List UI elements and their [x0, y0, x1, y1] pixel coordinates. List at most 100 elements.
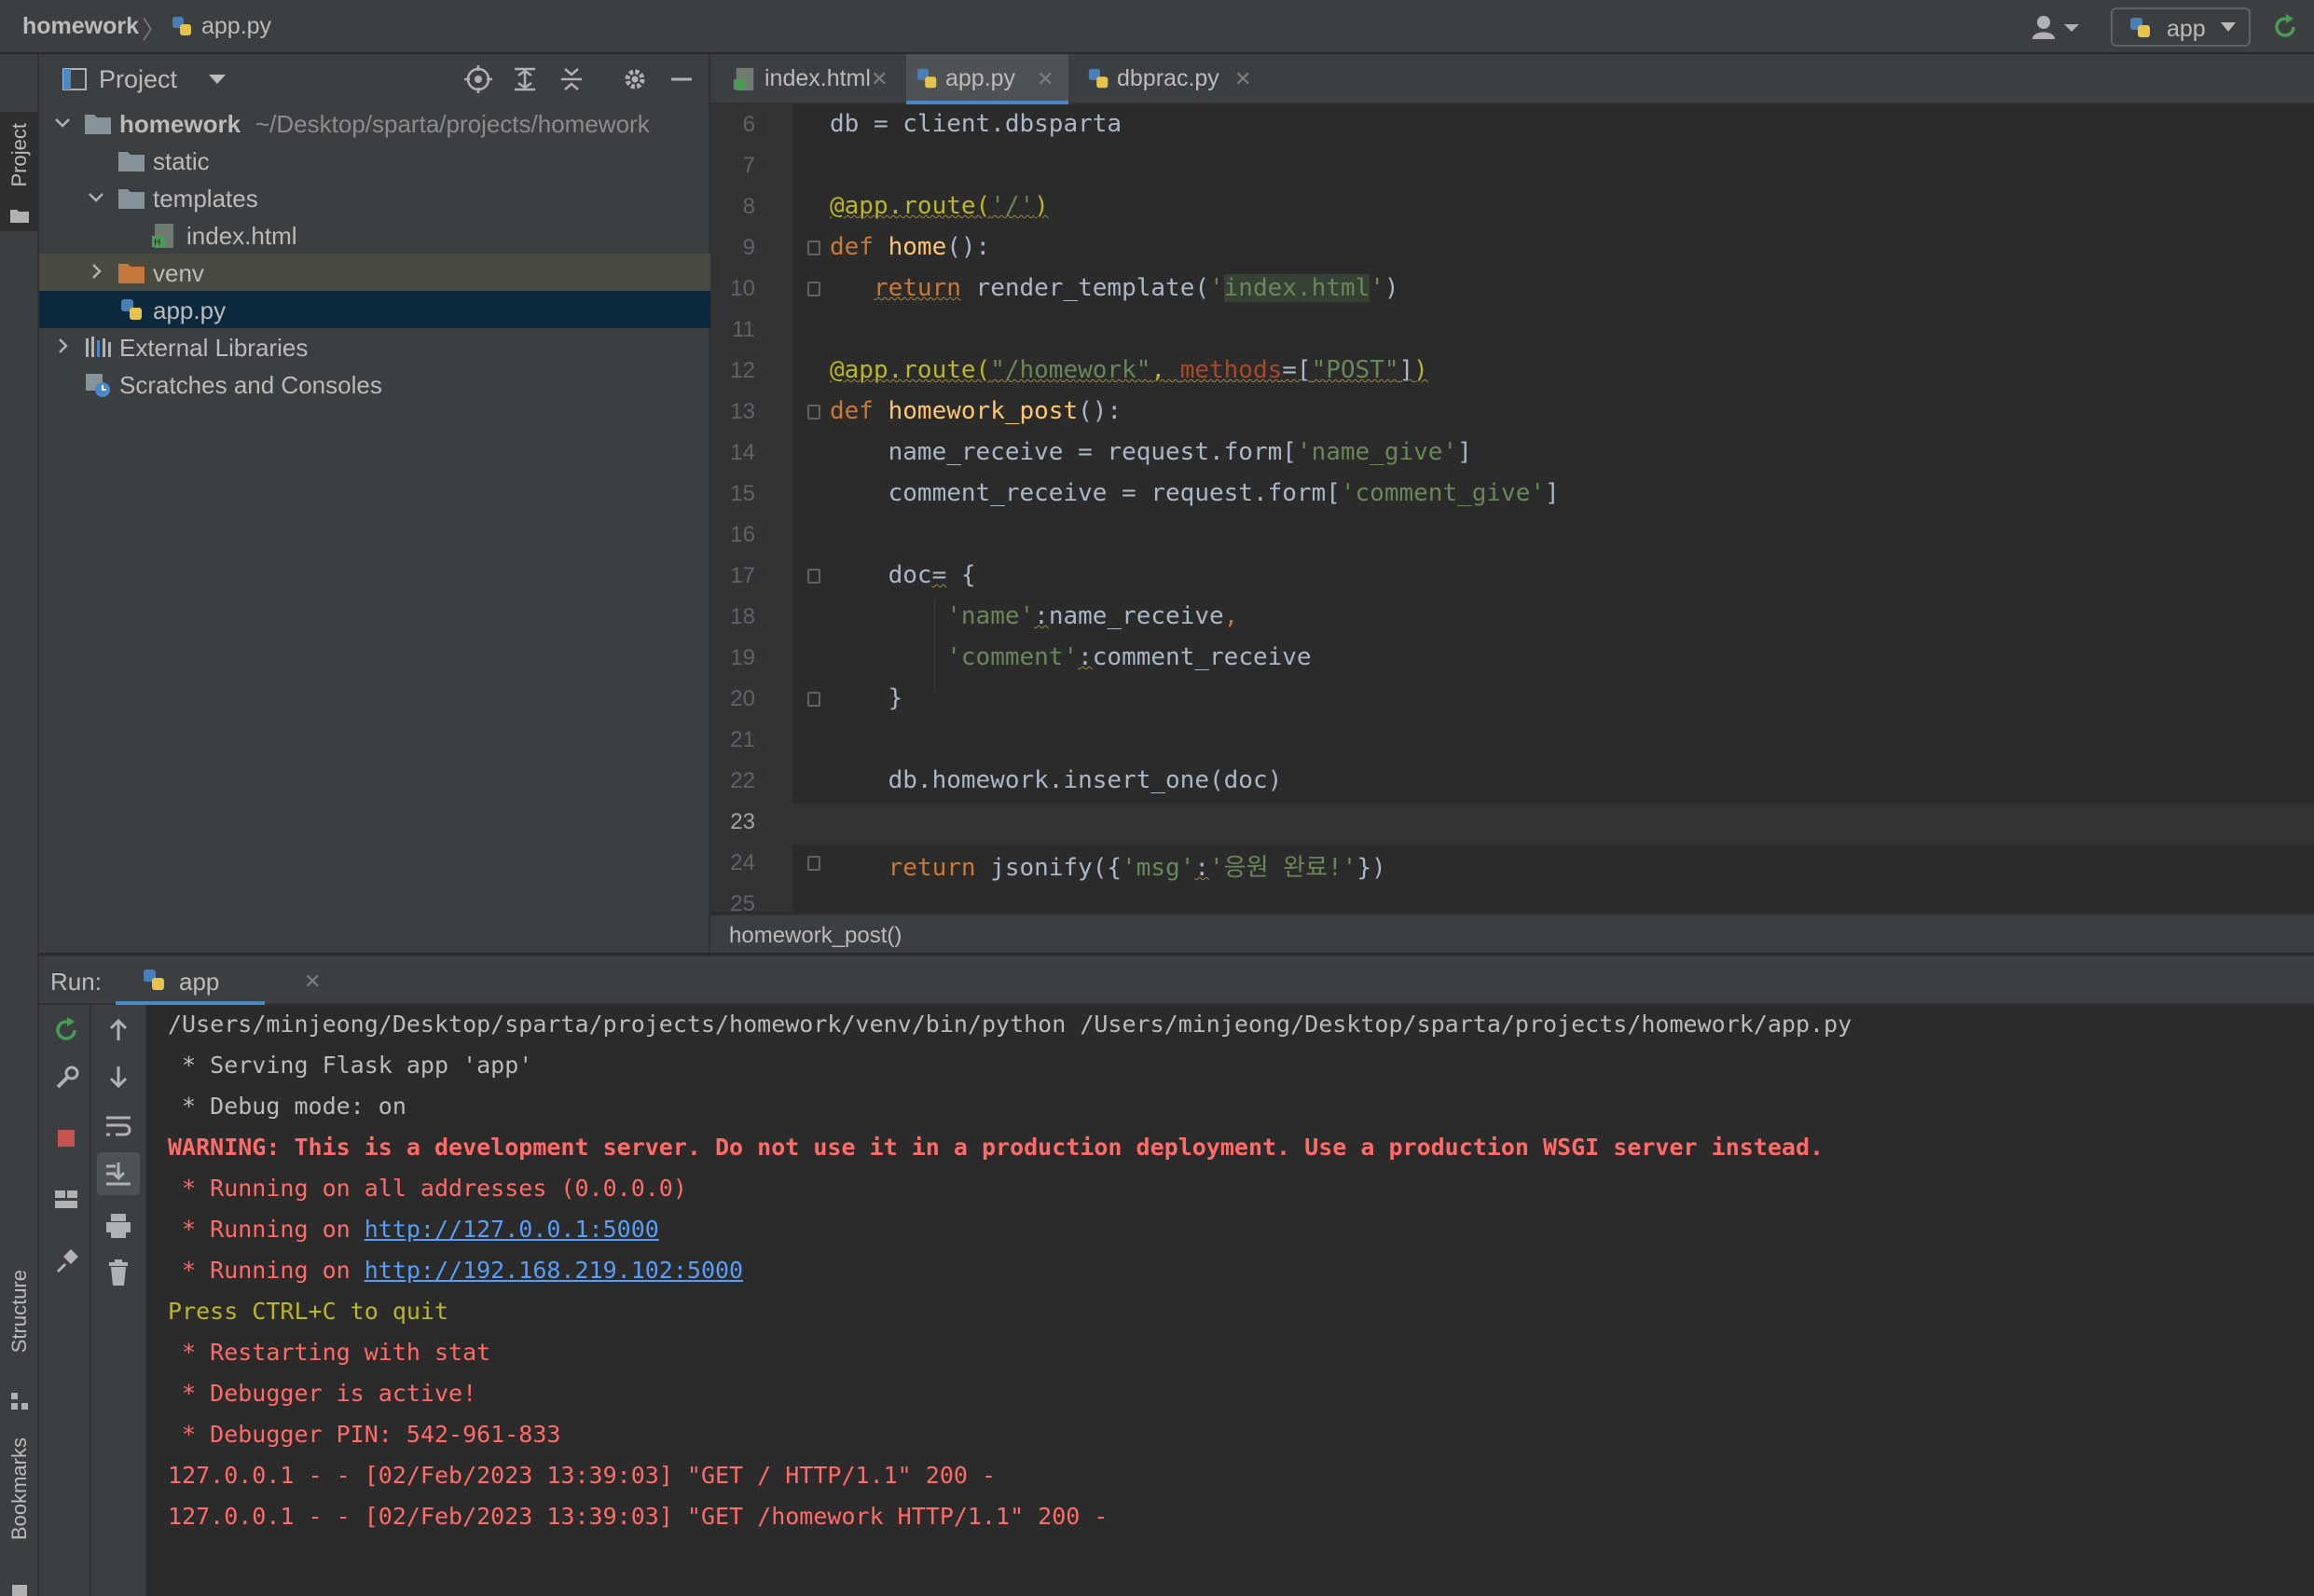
hide-panel-icon[interactable] [666, 63, 697, 95]
run-toolbar-secondary [91, 1005, 147, 1596]
chevron-right-icon[interactable] [52, 336, 73, 356]
code-line-24: return jsonify({'msg':'응원 완료!'}) [888, 854, 1386, 882]
line-number: 24 [730, 850, 755, 875]
code-line-13: def homework_post(): [830, 397, 1123, 425]
tab-label: index.html [764, 65, 871, 91]
pin-icon[interactable] [50, 1245, 82, 1277]
code-editor[interactable]: 6 7 8 9 10 11 12 13 14 15 16 17 18 19 20… [710, 104, 2314, 912]
tree-item-external-libraries[interactable]: External Libraries [39, 328, 710, 365]
project-tab-label: Project [7, 123, 31, 187]
console-text: * Running on [168, 1257, 365, 1284]
bookmarks-tab-label: Bookmarks [7, 1438, 31, 1541]
tree-item-homework[interactable]: homework ~/Desktop/sparta/projects/homew… [39, 104, 710, 142]
console-line: * Restarting with stat [168, 1339, 491, 1366]
close-icon[interactable]: ✕ [1234, 67, 1251, 91]
tree-item-label: static [153, 147, 210, 175]
console-line: * Debugger PIN: 542-961-833 [168, 1421, 561, 1448]
breadcrumb-project[interactable]: homework [22, 13, 139, 40]
close-icon[interactable]: ✕ [1037, 67, 1054, 91]
wrench-icon[interactable] [50, 1063, 82, 1094]
fold-marker-icon[interactable] [807, 405, 820, 420]
tab-dbprac-py[interactable]: dbprac.py ✕ [1078, 54, 1264, 104]
stop-icon[interactable] [50, 1122, 82, 1154]
line-number-gutter: 6 7 8 9 10 11 12 13 14 15 16 17 18 19 20… [710, 104, 792, 912]
line-number: 22 [730, 768, 755, 793]
fold-marker-icon[interactable] [807, 856, 820, 871]
tree-item-label: External Libraries [119, 334, 309, 362]
rerun-icon[interactable] [2269, 11, 2301, 43]
code-line-10: return render_template('index.html') [873, 274, 1399, 302]
chevron-down-icon[interactable] [209, 75, 226, 84]
layout-icon[interactable] [50, 1184, 82, 1216]
fold-marker-icon[interactable] [807, 692, 820, 707]
arrow-down-icon[interactable] [103, 1061, 134, 1093]
tree-item-label: Scratches and Consoles [119, 371, 382, 399]
chevron-right-icon[interactable] [86, 261, 106, 282]
console-link[interactable]: http://127.0.0.1:5000 [365, 1216, 659, 1243]
tab-label: dbprac.py [1117, 65, 1219, 91]
run-label: Run: [50, 968, 102, 996]
left-tool-stripe: Project Structure Bookmarks [0, 54, 39, 1596]
tree-item-app-py[interactable]: app.py [39, 291, 710, 328]
locate-file-icon[interactable] [462, 63, 494, 95]
run-configuration-selector[interactable]: app [2111, 7, 2251, 47]
code-line-20: } [830, 684, 903, 712]
chevron-down-icon[interactable] [86, 186, 106, 207]
arrow-up-icon[interactable] [103, 1014, 134, 1046]
project-view-title[interactable]: Project [99, 65, 177, 94]
fold-marker-icon[interactable] [807, 569, 820, 584]
tab-app-py[interactable]: app.py ✕ [906, 54, 1068, 104]
close-icon[interactable]: ✕ [304, 970, 321, 994]
project-tool-window: Project homework ~/Desktop/sparta/projec… [39, 54, 710, 953]
line-number: 11 [732, 317, 755, 342]
library-icon [86, 337, 111, 357]
svg-text:H: H [154, 238, 161, 248]
scroll-to-end-toggle[interactable] [97, 1152, 140, 1195]
editor-tabs: index.html ✕ app.py ✕ dbprac.py ✕ [710, 54, 2314, 104]
code-line-12: @app.route("/homework", methods=["POST"]… [830, 356, 1428, 384]
gear-icon[interactable] [619, 63, 651, 95]
breadcrumb-file[interactable]: app.py [201, 13, 271, 40]
tab-index-html[interactable]: index.html ✕ [725, 54, 895, 104]
code-line-6: db = client.dbsparta [830, 110, 1123, 138]
tree-item-venv[interactable]: venv [39, 254, 710, 291]
chevron-down-icon[interactable] [52, 112, 73, 132]
line-number: 19 [730, 645, 755, 670]
fold-marker-icon[interactable] [807, 241, 820, 255]
breadcrumb-function[interactable]: homework_post() [729, 923, 902, 949]
collapse-all-icon[interactable] [556, 63, 587, 95]
bookmark-icon [12, 1585, 27, 1596]
console-line: 127.0.0.1 - - [02/Feb/2023 13:39:03] "GE… [168, 1503, 1109, 1530]
folder-icon [118, 189, 145, 209]
user-account-icon[interactable] [2029, 11, 2085, 43]
project-panel-header: Project [39, 54, 710, 104]
soft-wrap-icon[interactable] [103, 1109, 134, 1141]
code-line-9: def home(): [830, 233, 991, 261]
tool-window-tab-project[interactable]: Project [0, 112, 37, 231]
run-tab-app[interactable]: app ✕ [116, 956, 321, 1005]
tree-item-index-html[interactable]: H index.html [39, 216, 710, 254]
tool-window-tab-structure[interactable]: Structure [0, 1266, 37, 1452]
scratches-icon [86, 374, 110, 397]
tree-item-static[interactable]: static [39, 142, 710, 179]
run-console[interactable]: /Users/minjeong/Desktop/sparta/projects/… [147, 1005, 2314, 1596]
tool-window-tab-bookmarks[interactable]: Bookmarks [0, 1434, 37, 1596]
console-link[interactable]: http://192.168.219.102:5000 [365, 1257, 743, 1284]
print-icon[interactable] [103, 1210, 134, 1242]
current-line-highlight [792, 804, 2314, 845]
expand-all-icon[interactable] [509, 63, 541, 95]
fold-marker-icon[interactable] [807, 282, 820, 296]
trash-icon[interactable] [103, 1257, 134, 1288]
rerun-icon[interactable] [50, 1014, 82, 1046]
run-configuration-label: app [2167, 16, 2206, 42]
console-line: * Running on http://192.168.219.102:5000 [168, 1257, 743, 1284]
python-file-icon [121, 299, 142, 320]
tree-item-templates[interactable]: templates [39, 179, 710, 216]
close-icon[interactable]: ✕ [871, 67, 888, 91]
tree-item-label: templates [153, 185, 258, 213]
tree-item-scratches[interactable]: Scratches and Consoles [39, 365, 710, 403]
console-line: * Serving Flask app 'app' [168, 1052, 533, 1079]
code-line-15: comment_receive = request.form['comment_… [830, 479, 1560, 507]
structure-tab-label: Structure [7, 1270, 31, 1354]
code-line-8: @app.route('/') [830, 192, 1049, 220]
